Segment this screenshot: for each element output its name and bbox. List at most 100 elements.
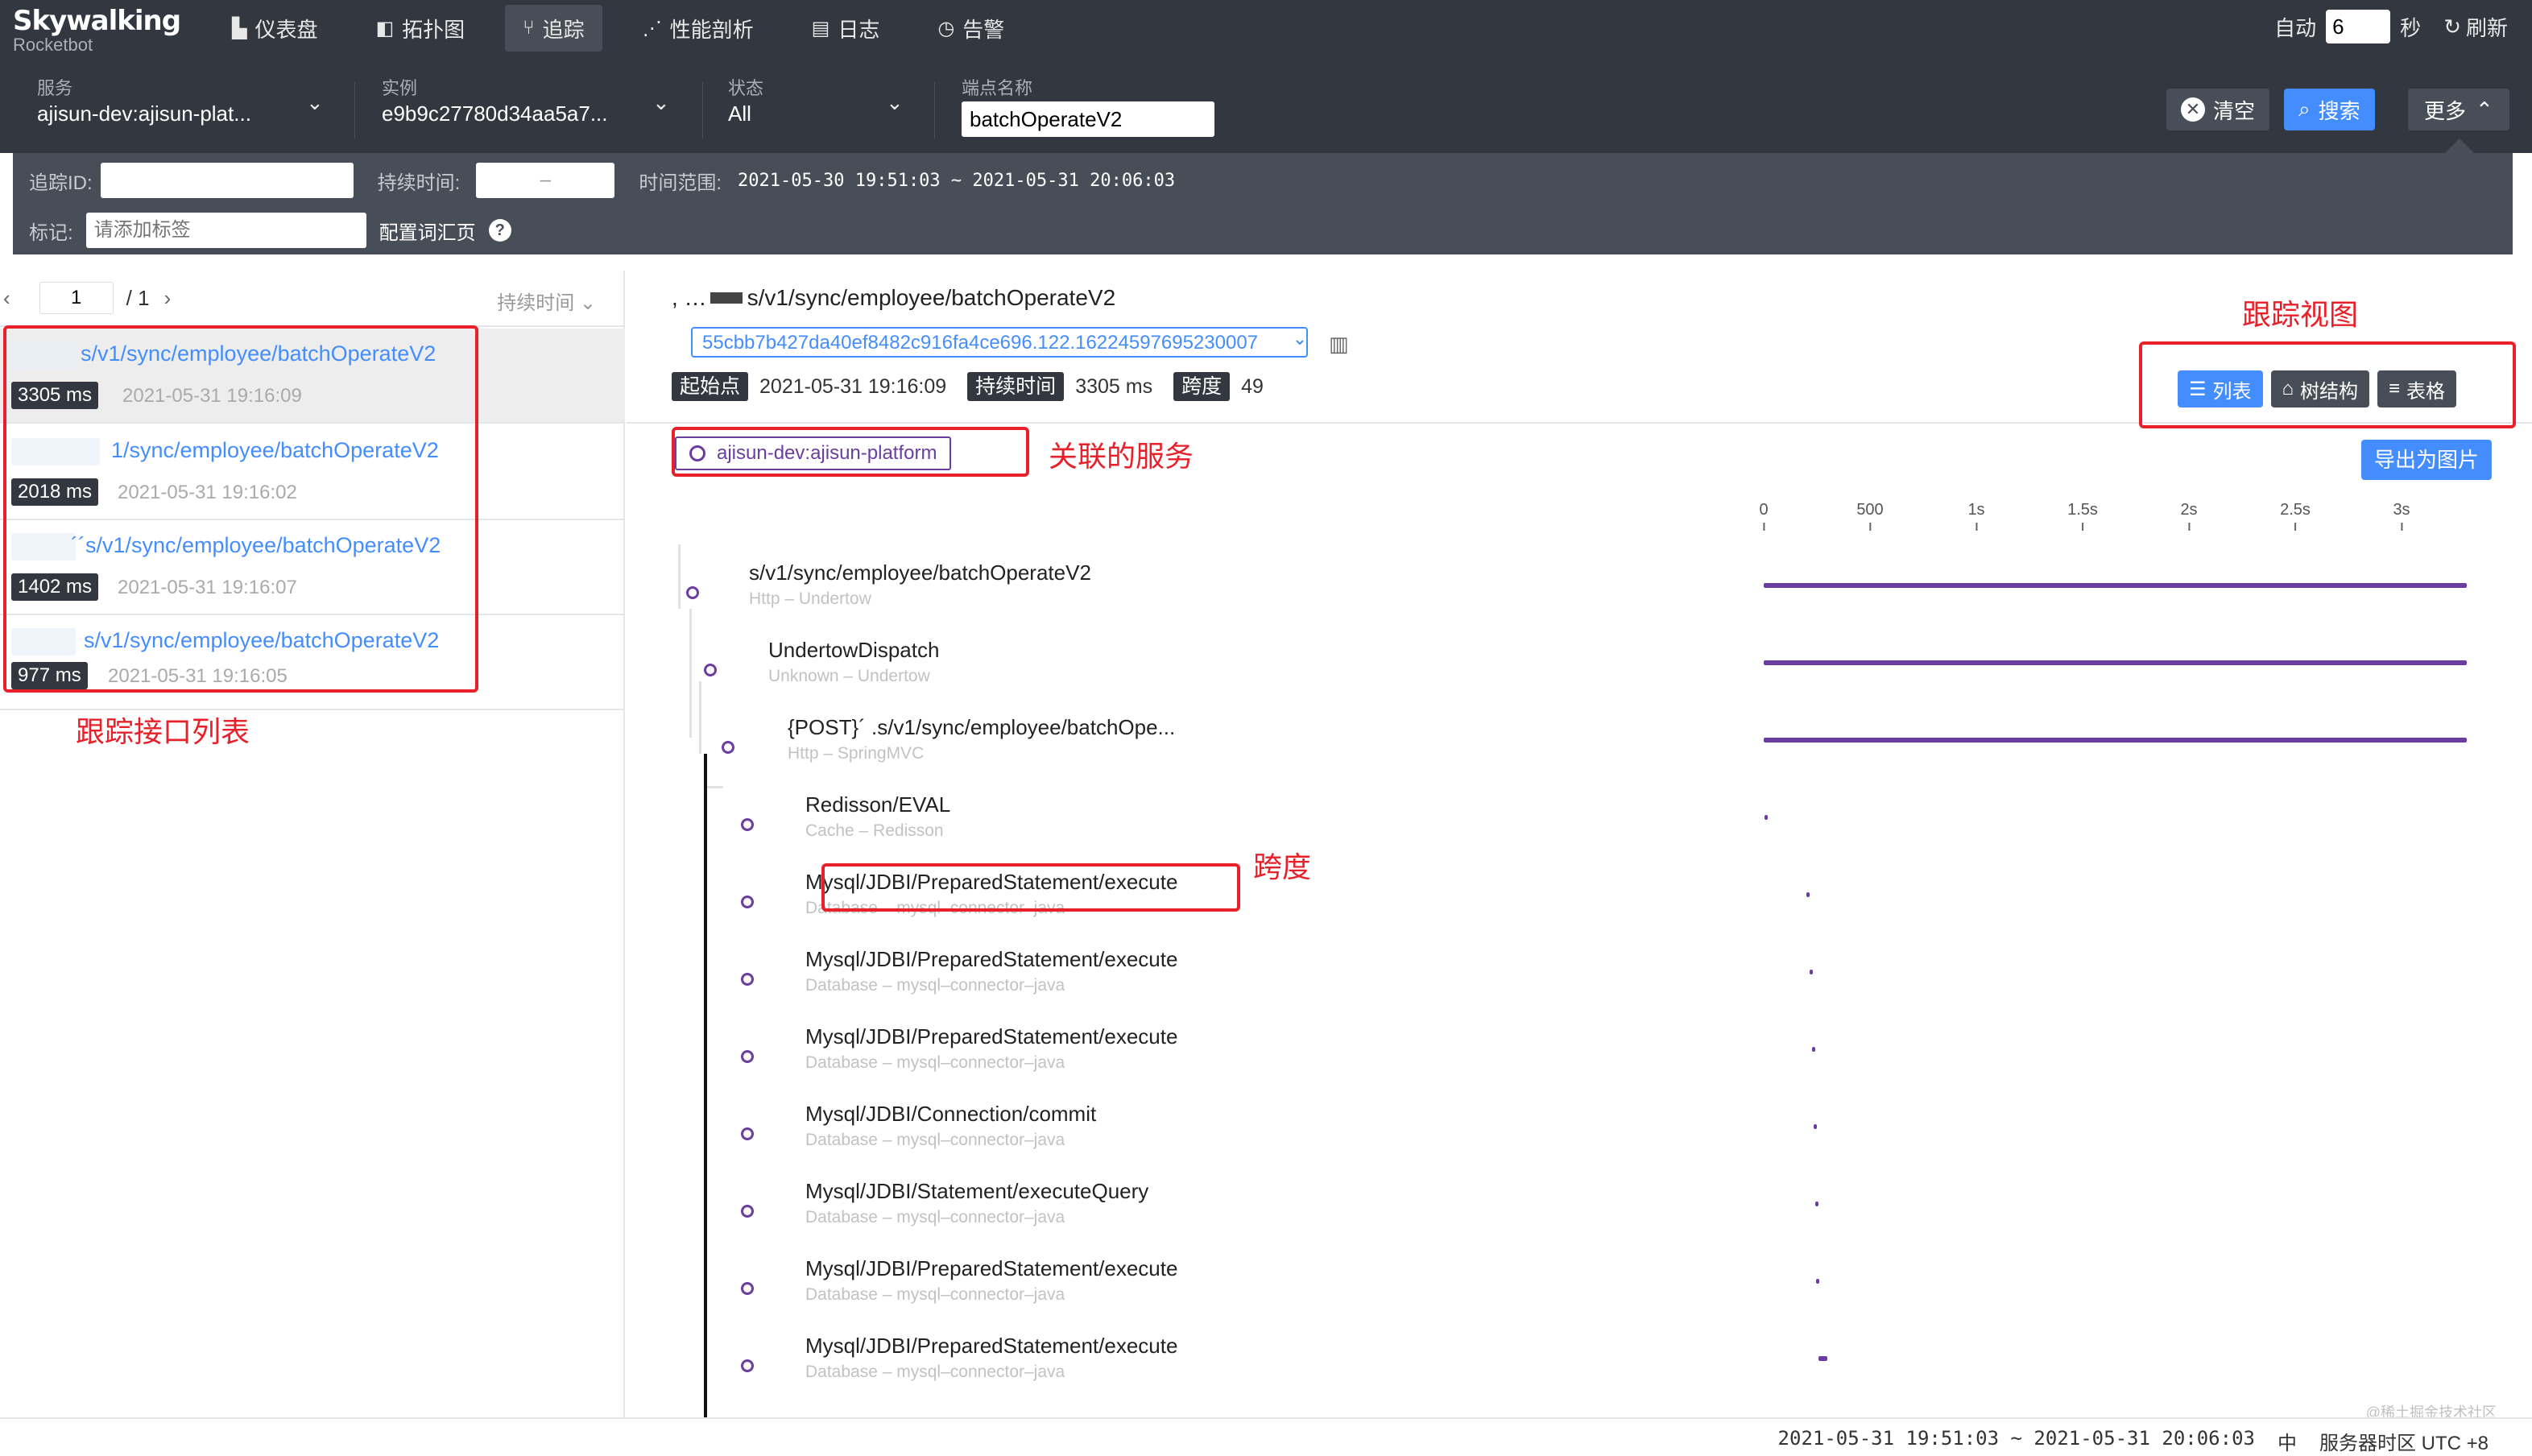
- refresh-button[interactable]: ↻ 刷新: [2443, 12, 2508, 42]
- chevron-down-icon: ⌄: [579, 292, 596, 314]
- annotation-trace-view: 跟踪视图: [2242, 298, 2359, 331]
- span-node-icon: [741, 1050, 754, 1063]
- top-nav: Skywalking Rocketbot ▙ 仪表盘 ◧ 拓扑图 ⑂ 追踪 ⋰ …: [0, 0, 2532, 66]
- more-button[interactable]: 更多 ⌃: [2408, 89, 2509, 130]
- endpoint-input[interactable]: [962, 101, 1214, 137]
- span-row[interactable]: {POST}´ .s/v1/sync/employee/batchOpe... H…: [627, 709, 2532, 786]
- conditions-row: 标记: 配置词汇页 ?: [29, 213, 511, 248]
- axis-tick: 0: [1759, 501, 1768, 531]
- span-row[interactable]: Mysql/JDBI/Connection/commit Database – m…: [627, 1095, 2532, 1173]
- span-duration-bar[interactable]: [1764, 583, 2467, 588]
- sort-select[interactable]: 持续时间 ⌄: [497, 287, 596, 315]
- span-node-icon: [686, 586, 699, 599]
- duration-value: 3305 ms: [1075, 374, 1153, 398]
- nav-item-topology[interactable]: ◧ 拓扑图: [358, 5, 482, 52]
- trace-id-input[interactable]: [100, 163, 354, 198]
- status-select[interactable]: 状态 All: [728, 77, 763, 127]
- span-row[interactable]: Mysql/JDBI/PreparedStatement/execute Data…: [627, 941, 2532, 1018]
- annotation-span: 跨度: [1253, 850, 1312, 883]
- axis-tick: 1.5s: [2067, 501, 2098, 531]
- trace-id-label: 追踪ID:: [29, 172, 93, 194]
- span-row[interactable]: UndertowDispatch Unknown – Undertow: [627, 631, 2532, 709]
- nav-item-alarm[interactable]: ◷ 告警: [920, 5, 1022, 52]
- trace-icon: ⑂: [523, 17, 535, 39]
- span-row[interactable]: Mysql/JDBI/PreparedStatement/execute Data…: [627, 1250, 2532, 1327]
- nav-item-dashboard[interactable]: ▙ 仪表盘: [214, 5, 335, 52]
- more-label: 更多: [2424, 98, 2467, 123]
- config-vocab-link[interactable]: 配置词汇页: [379, 217, 476, 245]
- time-range-value[interactable]: 2021-05-30 19:51:03 ~ 2021-05-31 20:06:0…: [738, 171, 1175, 191]
- span-duration-bar[interactable]: [1816, 1279, 1820, 1284]
- annotation-box-trace-view: [2139, 341, 2516, 428]
- span-node-icon: [741, 1205, 754, 1218]
- chevron-right-icon[interactable]: ›: [164, 286, 172, 311]
- chevron-down-icon[interactable]: ⌄: [652, 90, 670, 115]
- service-select[interactable]: 服务 ajisun-dev:ajisun-plat...: [37, 77, 251, 127]
- span-component: Database – mysql–connector–java: [805, 1131, 1065, 1149]
- clear-button[interactable]: ✕ 清空: [2166, 89, 2270, 130]
- chevron-down-icon[interactable]: ⌄: [886, 90, 904, 115]
- topology-icon: ◧: [375, 17, 395, 39]
- span-duration-bar[interactable]: [1814, 1202, 1818, 1206]
- span-name: Mysql/JDBI/PreparedStatement/execute: [805, 1334, 1178, 1358]
- span-node-icon: [722, 741, 734, 754]
- search-button[interactable]: ⌕ 搜索: [2284, 89, 2375, 130]
- nav-label: 追踪: [542, 17, 585, 42]
- annotation-service: 关联的服务: [1049, 440, 1194, 473]
- log-icon: ▤: [811, 17, 830, 39]
- span-duration-bar[interactable]: [1818, 1356, 1828, 1361]
- help-icon[interactable]: ?: [488, 219, 511, 242]
- export-image-button[interactable]: 导出为图片: [2361, 440, 2493, 480]
- span-row[interactable]: Redisson/EVAL Cache – Redisson: [627, 786, 2532, 863]
- duration-range-input[interactable]: –: [476, 163, 615, 198]
- span-component: Database – mysql–connector–java: [805, 1208, 1065, 1226]
- auto-refresh-controls: 自动 秒 ↻ 刷新: [2274, 10, 2508, 43]
- nav-item-log[interactable]: ▤ 日志: [794, 5, 898, 52]
- span-row[interactable]: Mysql/JDBI/PreparedStatement/execute Data…: [627, 1327, 2532, 1404]
- instance-select[interactable]: 实例 e9b9c27780d34aa5a7...: [382, 77, 608, 127]
- span-node-icon: [741, 896, 754, 908]
- nav-label: 告警: [962, 17, 1005, 42]
- span-row[interactable]: Mysql/JDBI/PreparedStatement/execute Data…: [627, 1018, 2532, 1095]
- service-value: ajisun-dev:ajisun-plat...: [37, 101, 251, 126]
- more-conditions-panel: 追踪ID: 持续时间: – 时间范围: 2021-05-30 19:51:03 …: [13, 139, 2513, 254]
- status-label: 状态: [728, 78, 764, 98]
- span-name: Mysql/JDBI/PreparedStatement/execute: [805, 947, 1178, 971]
- divider: [934, 82, 935, 139]
- span-duration-bar[interactable]: [1806, 892, 1810, 897]
- nav-item-trace[interactable]: ⑂ 追踪: [505, 5, 602, 52]
- divider: [702, 82, 703, 139]
- clipboard-icon[interactable]: ▥: [1329, 332, 1349, 357]
- filter-bar: 服务 ajisun-dev:ajisun-plat... ⌄ 实例 e9b9c2…: [0, 66, 2532, 153]
- span-component: Unknown – Undertow: [768, 667, 930, 685]
- time-range-label: 时间范围:: [639, 172, 722, 194]
- span-component: Database – mysql–connector–java: [805, 1285, 1065, 1304]
- duration-separator: –: [540, 169, 552, 191]
- span-node-icon: [741, 818, 754, 831]
- span-row[interactable]: s/v1/sync/employee/batchOperateV2 Http – …: [627, 554, 2532, 631]
- endpoint-name: s/v1/sync/employee/batchOperateV2: [747, 285, 1116, 310]
- span-row[interactable]: Mysql/JDBI/Statement/executeQuery Databas…: [627, 1173, 2532, 1250]
- endpoint-label: 端点名称: [962, 78, 1033, 98]
- span-duration-bar[interactable]: [1812, 1047, 1816, 1052]
- chevron-left-icon[interactable]: ‹: [3, 286, 10, 311]
- refresh-interval-input[interactable]: [2326, 10, 2391, 43]
- status-value: All: [728, 101, 751, 126]
- span-duration-bar[interactable]: [1764, 815, 1768, 820]
- annotation-box-service: [672, 427, 1029, 477]
- logo-subtitle: Rocketbot: [13, 35, 93, 55]
- chevron-down-icon[interactable]: ⌄: [306, 90, 324, 115]
- page-input[interactable]: [39, 282, 114, 314]
- tag-input[interactable]: [85, 213, 366, 248]
- span-duration-bar[interactable]: [1814, 1124, 1818, 1129]
- span-duration-bar[interactable]: [1764, 738, 2467, 742]
- trace-id-select[interactable]: 55cbb7b427da40ef8482c916fa4ce696.122.162…: [691, 327, 1308, 358]
- language-toggle[interactable]: 中: [2278, 1427, 2297, 1455]
- span-duration-bar[interactable]: [1764, 660, 2467, 665]
- profile-icon: ⋰: [642, 17, 662, 39]
- nav-label: 性能剖析: [669, 17, 754, 42]
- span-node-icon: [741, 1359, 754, 1372]
- span-duration-bar[interactable]: [1809, 970, 1813, 974]
- nav-item-profile[interactable]: ⋰ 性能剖析: [625, 5, 772, 52]
- time-axis: 0 500 1s 1.5s 2s 2.5s 3s: [1759, 501, 2489, 533]
